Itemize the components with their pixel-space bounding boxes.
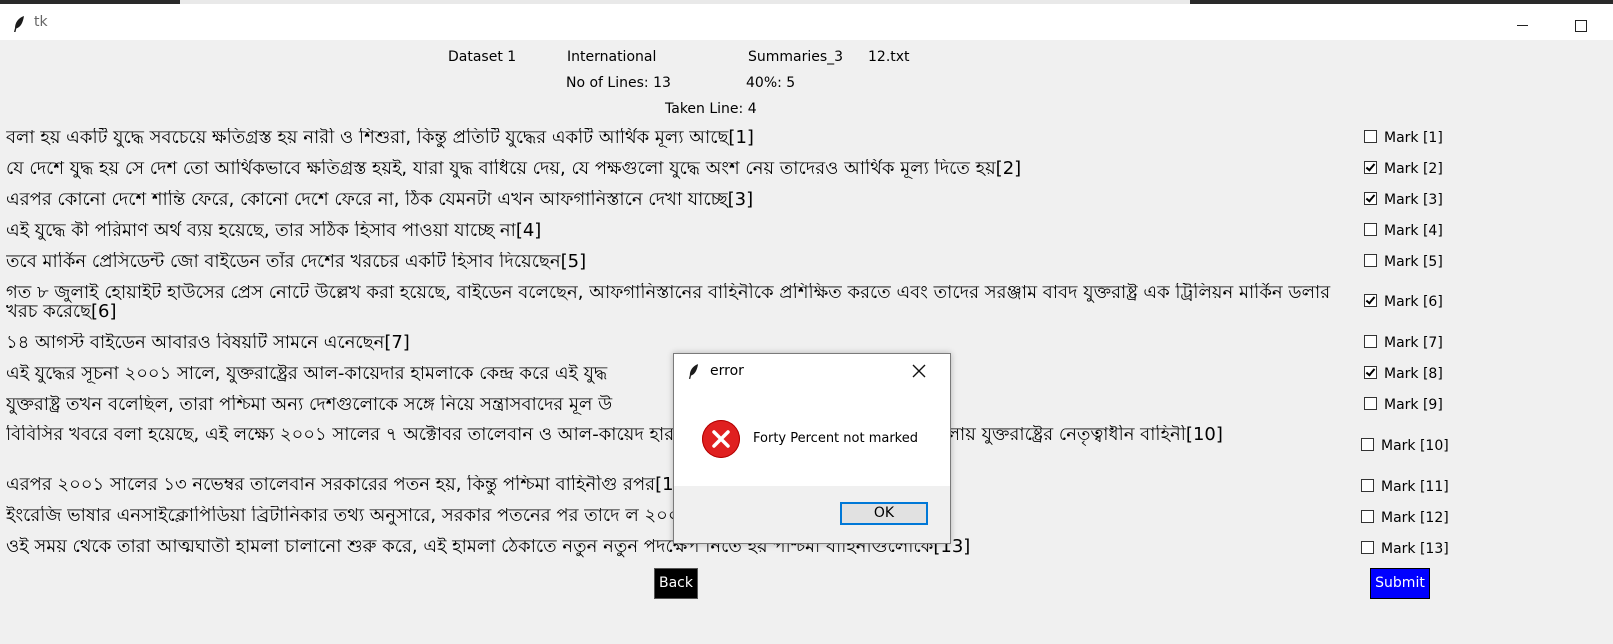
taken-line: Taken Line: 4 (665, 101, 757, 117)
mark-checkbox[interactable]: Mark [10] (1361, 438, 1449, 454)
mark-checkbox[interactable]: Mark [8] (1364, 366, 1443, 382)
mark-label: Mark [13] (1381, 541, 1449, 557)
sentence-line: গত ৮ জুলাই হোয়াইট হাউসের প্রেস নোটে উল্… (6, 283, 1331, 322)
sentence-line: ১৪ আগস্ট বাইডেন আবারও বিষয়টি সামনে এনেছ… (6, 333, 410, 353)
sentence-line: বলা হয় একটি যুদ্ধে সবচেয়ে ক্ষতিগ্রস্ত … (6, 128, 754, 148)
checkbox-checked-icon[interactable] (1364, 294, 1377, 307)
forty-percent: 40%: 5 (746, 75, 796, 91)
mark-label: Mark [2] (1384, 161, 1443, 177)
mark-checkbox[interactable]: Mark [3] (1364, 192, 1443, 208)
mark-checkbox[interactable]: Mark [2] (1364, 161, 1443, 177)
checkbox-unchecked-icon[interactable] (1364, 130, 1377, 143)
sentence-line: যে দেশে যুদ্ধ হয় সে দেশ তো আর্থিকভাবে ক… (6, 159, 1022, 179)
sentence-line: এই যুদ্ধে কী পরিমাণ অর্থ ব্যয় হয়েছে, ত… (6, 221, 542, 241)
feather-icon (14, 16, 24, 32)
mark-checkbox[interactable]: Mark [5] (1364, 254, 1443, 270)
dialog-body: Forty Percent not marked (674, 388, 950, 486)
mark-checkbox[interactable]: Mark [12] (1361, 510, 1449, 526)
checkbox-unchecked-icon[interactable] (1364, 254, 1377, 267)
mark-checkbox[interactable]: Mark [1] (1364, 130, 1443, 146)
checkbox-unchecked-icon[interactable] (1361, 438, 1374, 451)
checkbox-checked-icon[interactable] (1364, 161, 1377, 174)
sentence-line: এরপর কোনো দেশে শান্তি ফেরে, কোনো দেশে ফে… (6, 190, 754, 210)
mark-checkbox[interactable]: Mark [13] (1361, 541, 1449, 557)
dataset-label: Dataset 1 (448, 49, 517, 65)
lines-count: No of Lines: 13 (566, 75, 671, 91)
ok-button[interactable]: OK (840, 502, 928, 525)
mark-checkbox[interactable]: Mark [7] (1364, 335, 1443, 351)
summary-label: Summaries_3 (748, 49, 844, 65)
mark-checkbox[interactable]: Mark [11] (1361, 479, 1449, 495)
dialog-title: error (710, 363, 744, 379)
mark-label: Mark [3] (1384, 192, 1443, 208)
mark-label: Mark [9] (1384, 397, 1443, 413)
checkbox-unchecked-icon[interactable] (1361, 510, 1374, 523)
error-dialog: error Forty Percent not marked OK (673, 353, 951, 544)
maximize-button[interactable] (1558, 8, 1604, 42)
back-button[interactable]: Back (654, 568, 698, 599)
sentence-line: তবে মার্কিন প্রেসিডেন্ট জো বাইডেন তাঁর দ… (6, 252, 587, 272)
mark-label: Mark [11] (1381, 479, 1449, 495)
window-titlebar: tk (0, 4, 1613, 40)
close-icon[interactable] (910, 362, 928, 380)
checkbox-checked-icon[interactable] (1364, 366, 1377, 379)
checkbox-checked-icon[interactable] (1364, 192, 1377, 205)
mark-label: Mark [4] (1384, 223, 1443, 239)
mark-label: Mark [7] (1384, 335, 1443, 351)
mark-checkbox[interactable]: Mark [6] (1364, 294, 1443, 310)
mark-label: Mark [6] (1384, 294, 1443, 310)
mark-checkbox[interactable]: Mark [4] (1364, 223, 1443, 239)
checkbox-unchecked-icon[interactable] (1364, 335, 1377, 348)
category-label: International (567, 49, 657, 65)
checkbox-unchecked-icon[interactable] (1361, 479, 1374, 492)
file-label: 12.txt (868, 49, 910, 65)
mark-label: Mark [8] (1384, 366, 1443, 382)
checkbox-unchecked-icon[interactable] (1364, 223, 1377, 236)
mark-label: Mark [10] (1381, 438, 1449, 454)
checkbox-unchecked-icon[interactable] (1361, 541, 1374, 554)
minimize-button[interactable] (1500, 8, 1546, 42)
mark-label: Mark [5] (1384, 254, 1443, 270)
submit-button[interactable]: Submit (1370, 568, 1430, 599)
window-title: tk (34, 14, 48, 30)
error-icon (702, 420, 740, 458)
mark-checkbox[interactable]: Mark [9] (1364, 397, 1443, 413)
dialog-titlebar: error (674, 354, 950, 388)
mark-label: Mark [12] (1381, 510, 1449, 526)
feather-icon (688, 364, 699, 379)
checkbox-unchecked-icon[interactable] (1364, 397, 1377, 410)
mark-label: Mark [1] (1384, 130, 1443, 146)
dialog-message: Forty Percent not marked (753, 431, 918, 446)
